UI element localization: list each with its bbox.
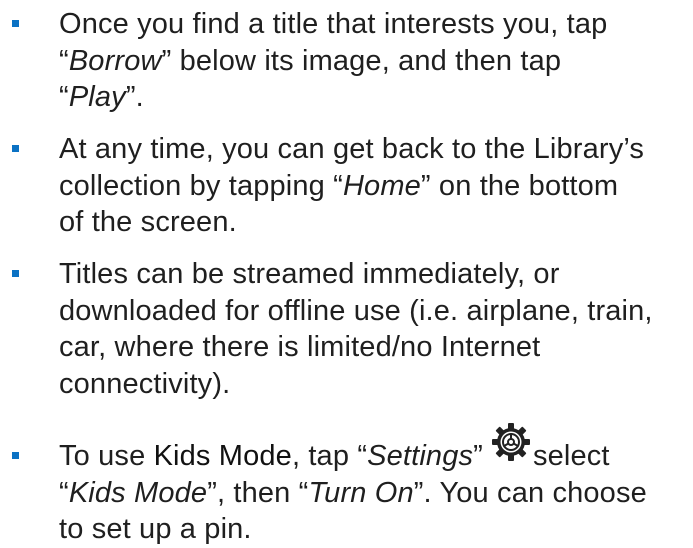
bullet-text: Titles can be streamed immediately, or d… xyxy=(59,256,693,402)
text-segment: “ xyxy=(59,81,69,113)
text-segment: select xyxy=(532,440,610,472)
bullet-marker xyxy=(12,270,19,277)
text-line: At any time, you can get back to the Lib… xyxy=(59,131,693,168)
text-segment: car, where there is limited/no Internet xyxy=(59,331,541,363)
text-line: car, where there is limited/no Internet xyxy=(59,329,693,366)
bullet-text: Once you find a title that interests you… xyxy=(59,6,693,116)
kids-mode-term: Kids Mode xyxy=(153,440,292,472)
text-segment: ”, then “ xyxy=(207,476,309,509)
text-segment: ” below its image, and then tap xyxy=(161,44,562,77)
turn-on-option: Turn On xyxy=(308,476,414,509)
text-segment: ”. xyxy=(125,81,144,113)
text-segment: , tap “ xyxy=(291,440,368,472)
text-line: downloaded for offline use (i.e. airplan… xyxy=(59,293,693,330)
text-segment: “ xyxy=(59,476,69,509)
text-line: Once you find a title that interests you… xyxy=(59,6,693,43)
text-segment: ” xyxy=(473,440,483,472)
play-term: Play xyxy=(68,81,126,113)
text-segment: ”. You can choose xyxy=(413,476,647,509)
bullet-text: To use Kids Mode, tap “Settings” select … xyxy=(59,423,693,548)
text-segment: of the screen. xyxy=(59,206,237,238)
text-segment: to set up a pin. xyxy=(59,513,252,545)
text-line: connectivity). xyxy=(59,366,693,403)
text-line: “Borrow” below its image, and then tap xyxy=(59,43,693,80)
text-line: “Kids Mode”, then “Turn On”. You can cho… xyxy=(59,475,693,512)
home-term: Home xyxy=(342,169,421,202)
text-line: to set up a pin. xyxy=(59,511,693,548)
text-segment: connectivity). xyxy=(59,367,231,400)
text-segment: “ xyxy=(59,44,69,77)
bullet-marker xyxy=(12,452,19,459)
settings-term: Settings xyxy=(367,440,474,472)
text-line: collection by tapping “Home” on the bott… xyxy=(59,168,693,205)
gear-icon xyxy=(489,420,533,464)
bullet-marker xyxy=(12,145,19,152)
text-segment: Once you find a title that interests you… xyxy=(59,8,608,40)
text-line: To use Kids Mode, tap “Settings” select xyxy=(59,423,693,475)
text-line: of the screen. xyxy=(59,204,693,241)
text-segment: collection by tapping “ xyxy=(59,169,343,202)
kids-mode-option: Kids Mode xyxy=(68,476,208,509)
text-line: “Play”. xyxy=(59,79,693,116)
text-segment: downloaded for offline use (i.e. airplan… xyxy=(59,294,653,327)
instructions-page: Once you find a title that interests you… xyxy=(0,0,693,545)
text-segment: Titles can be streamed immediately, or xyxy=(59,258,560,290)
bullet-text: At any time, you can get back to the Lib… xyxy=(59,131,693,241)
bullet-marker xyxy=(12,20,19,27)
text-segment: To use xyxy=(59,440,154,472)
text-segment: At any time, you can get back to the Lib… xyxy=(59,133,645,165)
text-segment: ” on the bottom xyxy=(420,169,619,202)
borrow-term: Borrow xyxy=(68,44,162,77)
text-line: Titles can be streamed immediately, or xyxy=(59,256,693,293)
